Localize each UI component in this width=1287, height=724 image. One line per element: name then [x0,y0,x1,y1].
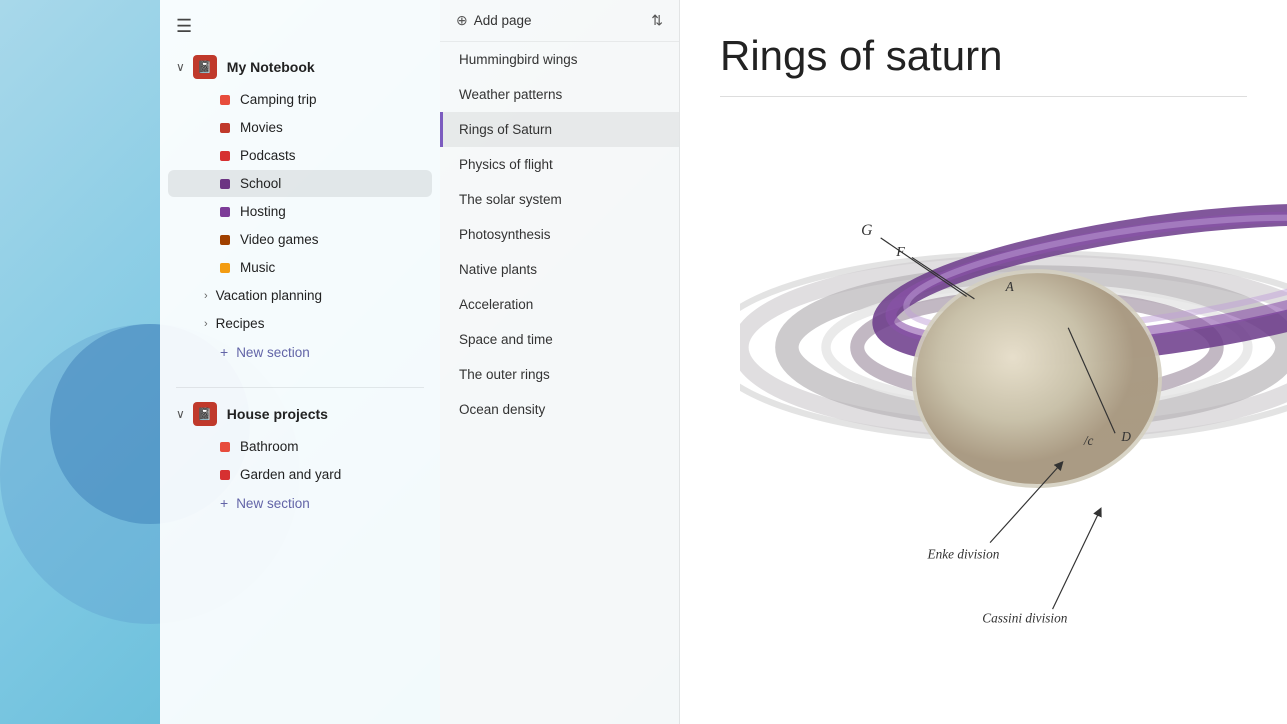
section-color-dot [220,95,230,105]
page-item-label: Weather patterns [459,87,562,102]
page-item-label: The solar system [459,192,562,207]
plus-icon: + [220,495,228,511]
sidebar-item-camping[interactable]: Camping trip [168,86,432,113]
svg-text:G: G [861,222,872,239]
chevron-down-icon: ∨ [176,407,185,421]
sort-icon[interactable]: ⇅ [651,12,663,29]
section-color-dot [220,470,230,480]
section-label: Video games [240,232,319,247]
page-item-acceleration[interactable]: Acceleration [440,287,679,322]
page-item-label: Rings of Saturn [459,122,552,137]
notebook-section-house-projects: ∨ 📓 House projects Bathroom Garden and y… [160,396,440,530]
section-label: Music [240,260,275,275]
page-item-weather[interactable]: Weather patterns [440,77,679,112]
notebook-icon-house-projects: 📓 [193,402,217,426]
svg-text:Enke division: Enke division [927,546,1000,561]
new-section-label: New section [236,496,310,511]
page-item-label: Photosynthesis [459,227,551,242]
section-label: Garden and yard [240,467,341,482]
page-item-outer-rings[interactable]: The outer rings [440,357,679,392]
notebook-header-house-projects[interactable]: ∨ 📓 House projects [160,396,440,432]
new-section-button-my-notebook[interactable]: + New section [168,338,432,366]
sidebar-item-recipes[interactable]: › Recipes [168,310,432,337]
section-label: Vacation planning [216,288,322,303]
pages-list: Hummingbird wings Weather patterns Rings… [440,42,679,427]
sidebar-item-videogames[interactable]: Video games [168,226,432,253]
page-item-space-time[interactable]: Space and time [440,322,679,357]
pages-toolbar: ⊕ Add page ⇅ [440,0,679,42]
sidebar-item-bathroom[interactable]: Bathroom [168,433,432,460]
page-item-physics-flight[interactable]: Physics of flight [440,147,679,182]
svg-text:/c: /c [1083,433,1094,448]
page-item-label: Native plants [459,262,537,277]
section-label: School [240,176,281,191]
notebook-divider [176,387,424,388]
page-item-rings-saturn[interactable]: Rings of Saturn [440,112,679,147]
section-label: Bathroom [240,439,299,454]
chevron-down-icon: ∨ [176,60,185,74]
new-section-button-house-projects[interactable]: + New section [168,489,432,517]
add-page-label: Add page [474,13,532,28]
page-item-photosynthesis[interactable]: Photosynthesis [440,217,679,252]
page-item-native-plants[interactable]: Native plants [440,252,679,287]
page-item-ocean-density[interactable]: Ocean density [440,392,679,427]
section-label: Movies [240,120,283,135]
section-color-dot [220,207,230,217]
notebook-header-my-notebook[interactable]: ∨ 📓 My Notebook [160,49,440,85]
page-item-hummingbird[interactable]: Hummingbird wings [440,42,679,77]
page-item-label: The outer rings [459,367,550,382]
sidebar-item-school[interactable]: School [168,170,432,197]
page-item-label: Physics of flight [459,157,553,172]
sidebar-item-hosting[interactable]: Hosting [168,198,432,225]
svg-text:A: A [1005,279,1015,294]
saturn-rings-svg: G F A /c D Enke division [740,80,1287,724]
app-container: ☰ ∨ 📓 My Notebook Camping trip Movies [160,0,1287,724]
section-color-dot [220,179,230,189]
sidebar-item-vacation[interactable]: › Vacation planning [168,282,432,309]
sidebar-item-movies[interactable]: Movies [168,114,432,141]
sidebar-item-music[interactable]: Music [168,254,432,281]
svg-text:Cassini division: Cassini division [982,610,1067,625]
pages-panel: ⊕ Add page ⇅ Hummingbird wings Weather p… [440,0,680,724]
section-label: Hosting [240,204,286,219]
add-page-button[interactable]: ⊕ Add page [456,12,532,29]
notebook-title-house-projects: House projects [227,406,328,422]
section-color-dot [220,151,230,161]
add-page-icon: ⊕ [456,12,468,29]
sidebar-item-podcasts[interactable]: Podcasts [168,142,432,169]
notebook-title-my-notebook: My Notebook [227,59,315,75]
main-content: Rings of saturn [680,0,1287,724]
page-item-label: Ocean density [459,402,545,417]
chevron-right-icon: › [204,318,208,330]
section-label: Podcasts [240,148,296,163]
page-item-label: Hummingbird wings [459,52,578,67]
svg-text:D: D [1120,429,1131,444]
section-color-dot [220,235,230,245]
chevron-right-icon: › [204,290,208,302]
notebook-icon-my-notebook: 📓 [193,55,217,79]
page-item-solar-system[interactable]: The solar system [440,182,679,217]
page-item-label: Space and time [459,332,553,347]
saturn-diagram: G F A /c D Enke division [740,80,1287,724]
sidebar: ☰ ∨ 📓 My Notebook Camping trip Movies [160,0,440,724]
section-label: Camping trip [240,92,317,107]
section-color-dot [220,123,230,133]
page-item-label: Acceleration [459,297,533,312]
hamburger-button[interactable]: ☰ [160,8,440,49]
section-color-dot [220,442,230,452]
sidebar-item-garden[interactable]: Garden and yard [168,461,432,488]
notebook-section-my-notebook: ∨ 📓 My Notebook Camping trip Movies Podc… [160,49,440,379]
section-color-dot [220,263,230,273]
plus-icon: + [220,344,228,360]
svg-text:F: F [895,244,905,260]
section-label: Recipes [216,316,265,331]
new-section-label: New section [236,345,310,360]
